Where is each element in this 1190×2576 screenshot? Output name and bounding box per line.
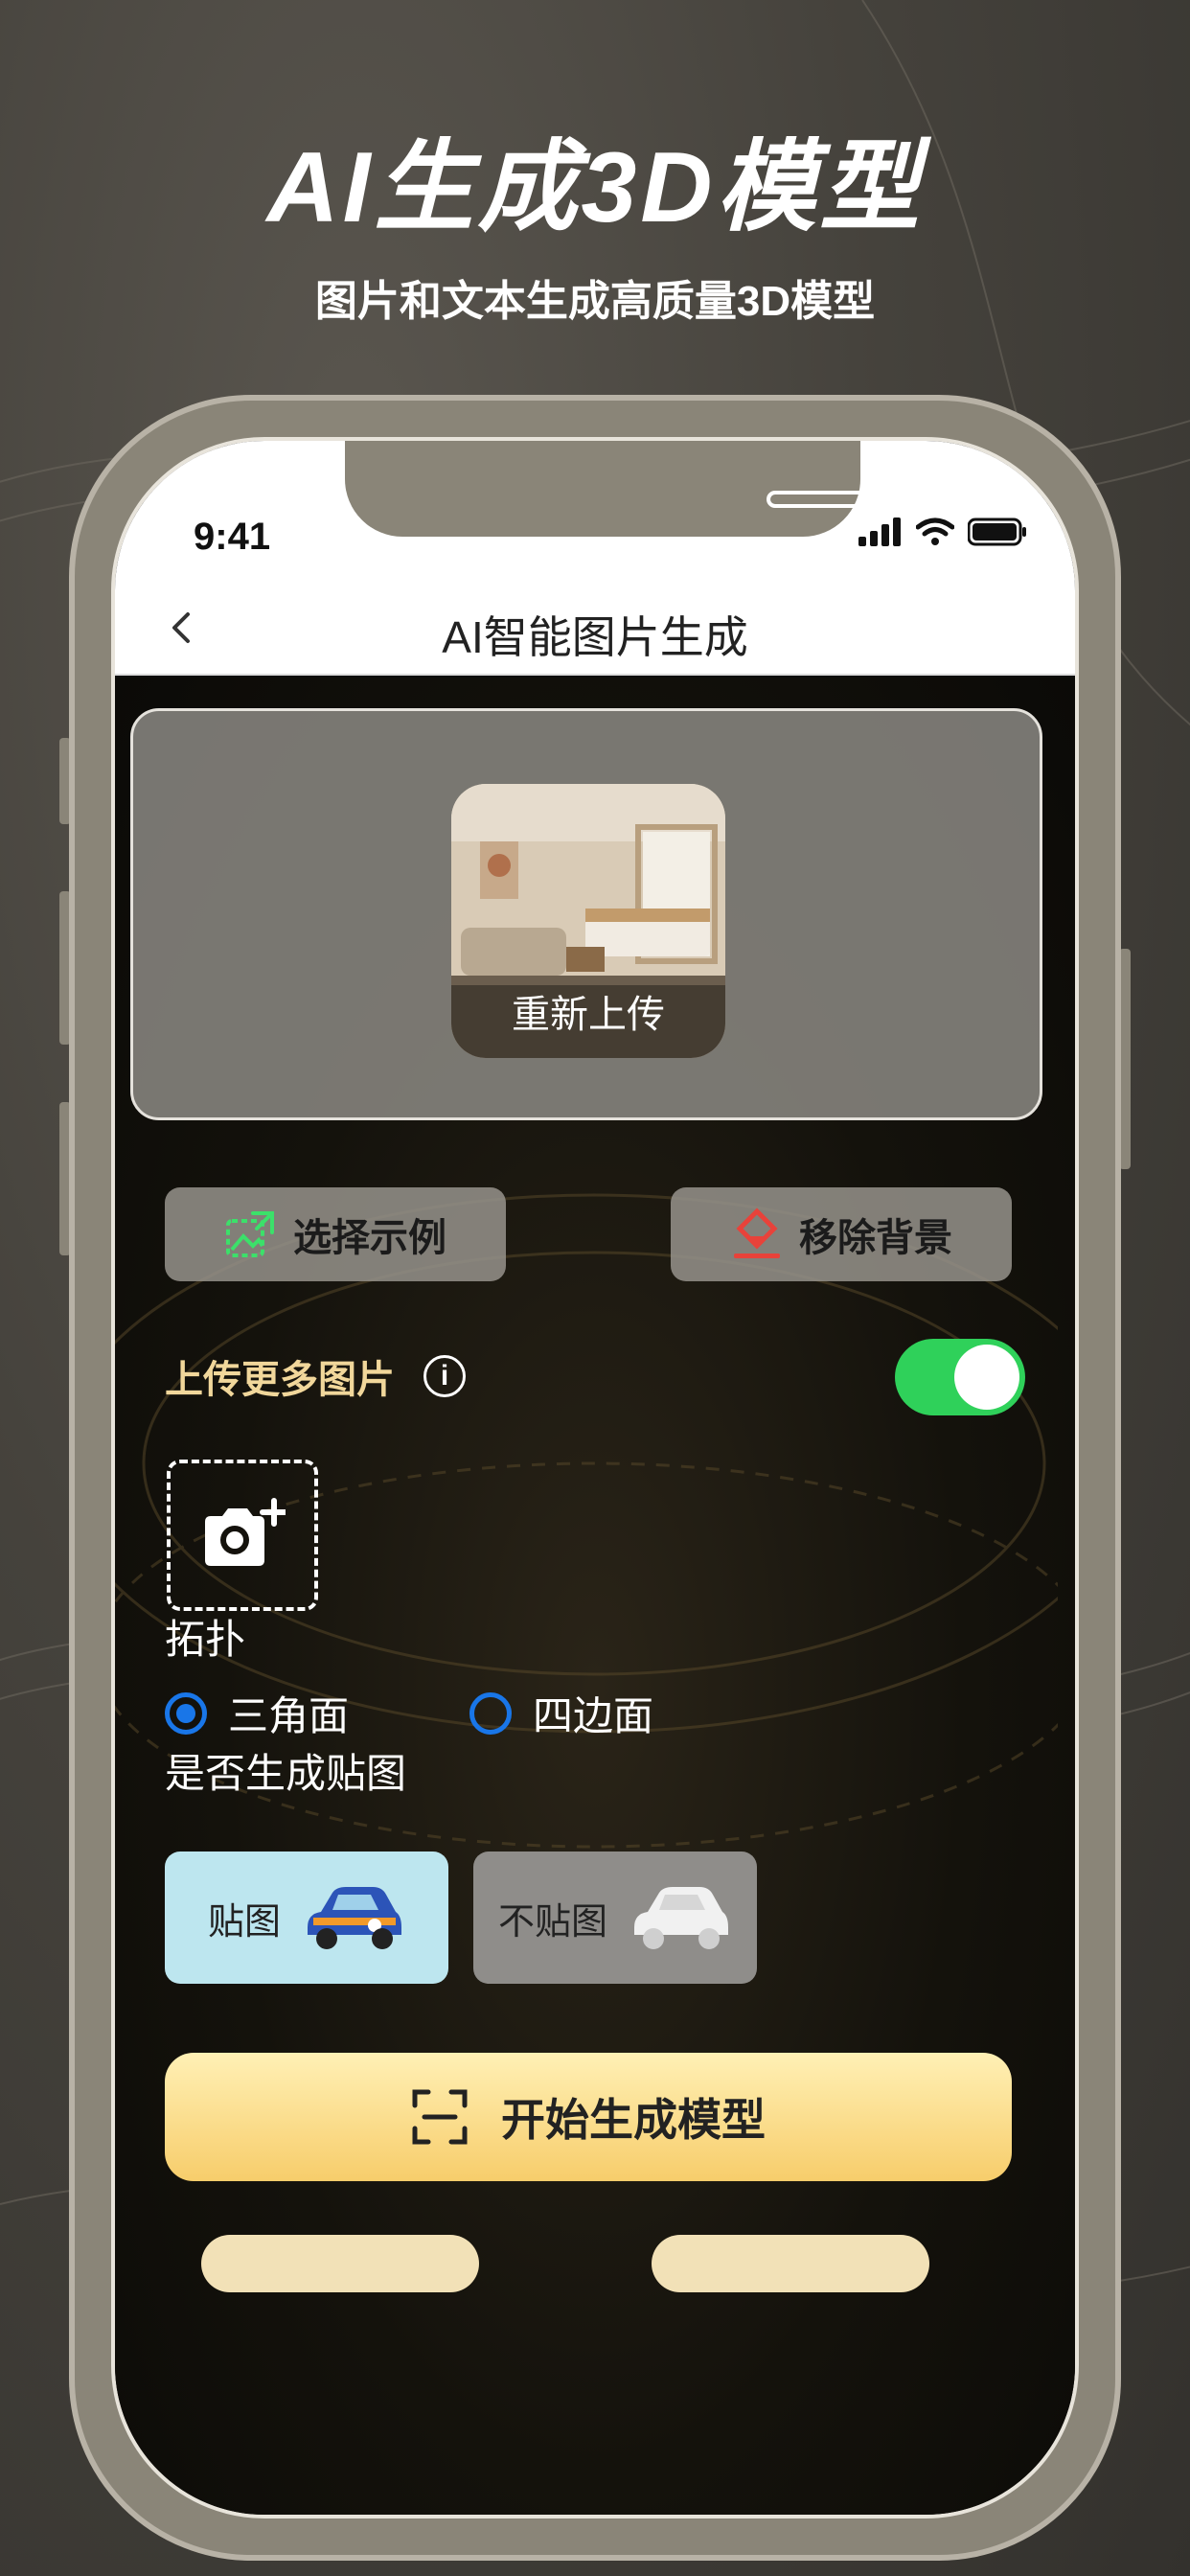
topology-option-quad[interactable]: 四边面 — [469, 1684, 653, 1742]
status-time: 9:41 — [194, 516, 271, 558]
start-generate-label: 开始生成模型 — [501, 2095, 766, 2145]
select-example-button[interactable]: 选择示例 — [165, 1187, 506, 1281]
texture-option-untextured[interactable]: 不贴图 — [473, 1852, 757, 1984]
hero-subtitle: 图片和文本生成高质量3D模型 — [314, 278, 876, 325]
scan-frame-icon — [412, 2089, 468, 2145]
remove-background-label: 移除背景 — [799, 1217, 952, 1259]
wifi-icon — [916, 518, 954, 545]
nav-bar: AI智能图片生成 — [115, 580, 1075, 676]
bottom-peek-card-left — [201, 2235, 479, 2292]
upload-panel[interactable]: 重新上传 — [130, 708, 1042, 1120]
speaker-grille — [767, 491, 877, 508]
topology-label: 拓扑 — [165, 1617, 246, 1662]
select-example-label: 选择示例 — [293, 1217, 446, 1259]
radio-unchecked-icon — [469, 1691, 512, 1735]
phone-screen: 9:41 AI智能图片生成 重新上传 选择示例 移除背景 上传更多图片 i 拓扑… — [111, 437, 1079, 2518]
blue-toy-car-icon — [308, 1887, 401, 1949]
toggle-knob — [954, 1345, 1019, 1410]
start-generate-button[interactable]: 开始生成模型 — [165, 2053, 1012, 2181]
camera-plus-icon — [205, 1498, 286, 1566]
topology-option-triangle[interactable]: 三角面 — [165, 1684, 349, 1742]
uploaded-image-thumbnail[interactable]: 重新上传 — [451, 784, 725, 1058]
topology-option-label: 三角面 — [228, 1693, 350, 1738]
texture-option-textured[interactable]: 贴图 — [165, 1852, 448, 1984]
add-photo-button[interactable] — [167, 1460, 318, 1611]
signal-icon — [858, 518, 901, 546]
texture-option-label: 贴图 — [207, 1901, 281, 1943]
texture-option-label: 不贴图 — [497, 1901, 607, 1943]
radio-checked-icon — [165, 1691, 207, 1735]
main-content: 重新上传 选择示例 移除背景 上传更多图片 i 拓扑 三角面 四边面 是否生成贴… — [115, 678, 1075, 2515]
texture-label: 是否生成贴图 — [165, 1751, 407, 1796]
upload-more-label: 上传更多图片 — [165, 1359, 395, 1401]
phone-notch — [345, 441, 944, 537]
upload-more-toggle[interactable] — [895, 1339, 1025, 1415]
image-select-icon — [226, 1211, 274, 1257]
front-camera — [905, 479, 944, 518]
remove-background-button[interactable]: 移除背景 — [671, 1187, 1012, 1281]
topology-option-label: 四边面 — [533, 1693, 654, 1738]
status-icons — [858, 518, 1027, 546]
eraser-icon — [734, 1208, 780, 1258]
battery-icon — [968, 518, 1026, 546]
info-icon[interactable]: i — [423, 1355, 466, 1397]
hero-title: AI生成3D模型 — [266, 132, 924, 243]
reupload-label[interactable]: 重新上传 — [451, 983, 725, 1039]
page-title: AI智能图片生成 — [442, 612, 748, 662]
white-toy-car-icon — [634, 1887, 728, 1949]
upload-more-row: 上传更多图片 i — [165, 1348, 466, 1404]
bottom-peek-card-right — [652, 2235, 929, 2292]
phone-frame: 9:41 AI智能图片生成 重新上传 选择示例 移除背景 上传更多图片 i 拓扑… — [69, 395, 1121, 2561]
